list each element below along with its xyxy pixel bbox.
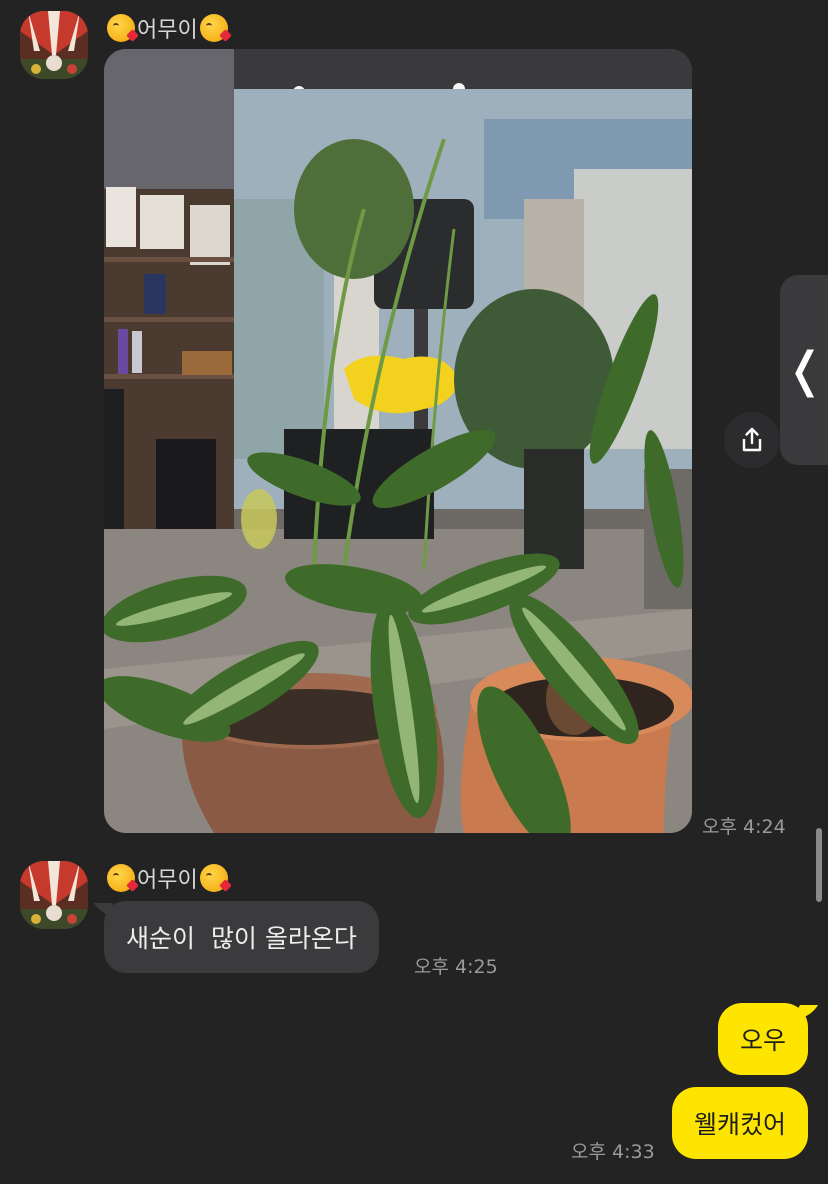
sender-name-text: 어무이 [137, 868, 198, 893]
message-timestamp: 오후 4:25 [414, 956, 498, 978]
share-button[interactable] [724, 412, 780, 468]
kissing-face-emoji [199, 14, 228, 42]
sender-name: 어무이 [107, 12, 228, 44]
plant-photo-image [104, 49, 692, 833]
photo-message[interactable] [104, 49, 692, 833]
sender-avatar[interactable] [20, 11, 88, 79]
sender-name: 어무이 [107, 862, 228, 894]
message-text: 오우 [739, 1026, 786, 1055]
kissing-face-emoji [199, 864, 228, 892]
kissing-face-emoji [107, 864, 135, 892]
share-icon [742, 427, 762, 452]
message-text: 웰캐컸어 [693, 1110, 786, 1139]
outgoing-message-bubble[interactable]: 오우 [717, 1003, 808, 1075]
kissing-face-emoji [107, 14, 135, 42]
message-timestamp: 오후 4:24 [702, 816, 786, 838]
message-text: 새순이 많이 올라온다 [126, 924, 357, 953]
chevron-left-icon: ❬ [784, 342, 826, 398]
message-timestamp: 오후 4:33 [571, 1141, 655, 1163]
incoming-message-bubble[interactable]: 새순이 많이 올라온다 [104, 901, 379, 973]
scrollbar-thumb[interactable] [816, 828, 822, 902]
sender-avatar[interactable] [20, 861, 88, 929]
outgoing-message-bubble[interactable]: 웰캐컸어 [671, 1087, 808, 1159]
sender-name-text: 어무이 [137, 18, 198, 43]
side-panel-tab[interactable]: ❬ [780, 275, 828, 465]
